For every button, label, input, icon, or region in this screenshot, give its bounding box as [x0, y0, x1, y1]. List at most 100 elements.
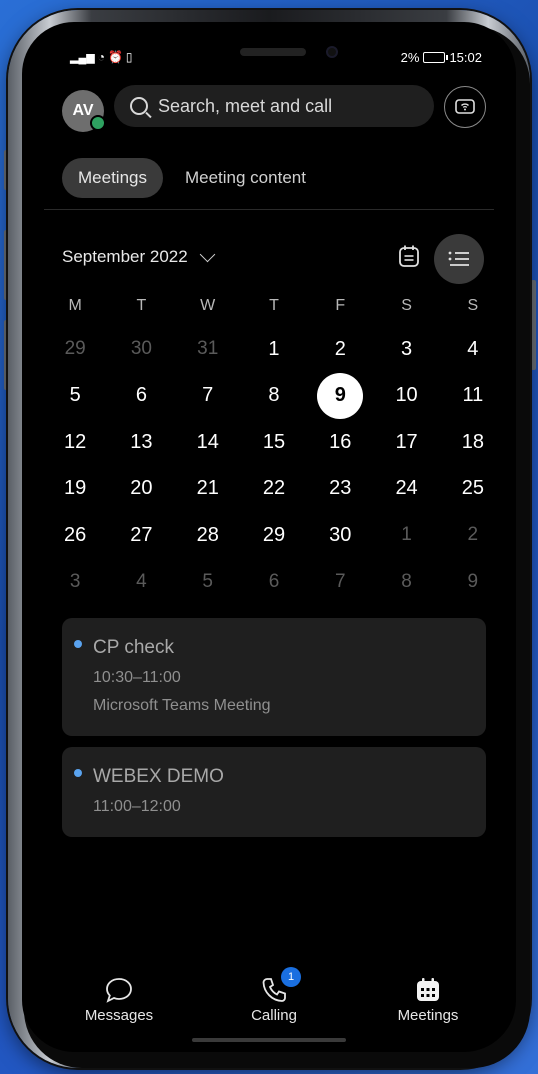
calendar-day[interactable]: 18 [440, 419, 506, 466]
calendar-day[interactable]: 4 [440, 326, 506, 373]
calendar-day[interactable]: 25 [440, 466, 506, 513]
calendar-day[interactable]: 12 [42, 419, 108, 466]
month-selector[interactable]: September 2022 [62, 246, 215, 267]
calendar-day[interactable]: 6 [108, 373, 174, 420]
tab-meetings[interactable]: Meetings [62, 158, 163, 198]
day-number: 31 [197, 338, 219, 360]
meeting-card[interactable]: CP check 10:30–11:00 Microsoft Teams Mee… [62, 618, 486, 736]
alarm-icon: ⏰ [107, 50, 123, 64]
calendar-day[interactable]: 27 [108, 512, 174, 559]
meeting-title: WEBEX DEMO [93, 766, 224, 787]
calendar-day[interactable]: 6 [241, 559, 307, 606]
calendar-day[interactable]: 30 [307, 512, 373, 559]
month-label: September 2022 [62, 247, 188, 266]
share-screen-icon [455, 99, 475, 114]
day-number: 28 [196, 523, 219, 546]
calendar-day[interactable]: 11 [440, 373, 506, 420]
calendar-day[interactable]: 5 [175, 559, 241, 606]
calendar-day[interactable]: 2 [440, 512, 506, 559]
day-number: 2 [334, 337, 346, 360]
list-view-button[interactable] [434, 234, 484, 284]
day-number: 10 [395, 384, 418, 407]
calendar-day[interactable]: 5 [42, 373, 108, 420]
nav-messages[interactable]: Messages [64, 977, 174, 1024]
calendar-day[interactable]: 3 [373, 326, 439, 373]
calendar-day[interactable]: 8 [241, 373, 307, 420]
calendar-day[interactable]: 30 [108, 326, 174, 373]
status-time: 15:02 [449, 50, 482, 65]
calendar-day[interactable]: 3 [42, 559, 108, 606]
home-indicator [192, 1038, 346, 1042]
calendar-day[interactable]: 19 [42, 466, 108, 513]
day-number: 3 [401, 337, 413, 360]
day-number: 29 [262, 523, 286, 546]
calendar-day[interactable]: 24 [373, 466, 439, 513]
meeting-time: 10:30–11:00 [93, 669, 181, 686]
day-number: 6 [268, 570, 280, 592]
day-number: 3 [69, 570, 81, 592]
calendar-day[interactable]: 28 [175, 512, 241, 559]
calendar-day[interactable]: 21 [175, 466, 241, 513]
calendar-day[interactable]: 10 [373, 373, 439, 420]
status-bar: ▂▄▆ ◔ ⏰ ▯ 2% 15:02 [22, 22, 516, 72]
calendar-day[interactable]: 13 [108, 419, 174, 466]
share-screen-button[interactable] [444, 86, 486, 128]
calendar-day[interactable]: 4 [108, 559, 174, 606]
calendar-day[interactable]: 1 [373, 512, 439, 559]
avatar-initials: AV [72, 102, 94, 119]
calendar-day[interactable]: 9 [440, 559, 506, 606]
day-number: 8 [268, 384, 280, 407]
day-number: 27 [130, 523, 153, 546]
day-number: 15 [262, 430, 286, 453]
battery-percent: 2% [400, 50, 420, 65]
nav-label-messages: Messages [84, 1007, 154, 1024]
nav-calling[interactable]: 1 Calling [219, 967, 329, 1024]
calendar-day[interactable]: 29 [42, 326, 108, 373]
calendar-day[interactable]: 2 [307, 326, 373, 373]
day-number: 13 [130, 430, 153, 453]
calendar-day-today[interactable]: 9 [307, 372, 373, 420]
calendar-day[interactable]: 20 [108, 466, 174, 513]
meeting-status-dot [74, 640, 82, 648]
calendar-day[interactable]: 8 [373, 559, 439, 606]
day-number: 20 [130, 477, 153, 500]
calendar-day[interactable]: 17 [373, 419, 439, 466]
meeting-card[interactable]: WEBEX DEMO 11:00–12:00 [62, 747, 486, 837]
tab-meeting-content[interactable]: Meeting content [169, 158, 322, 198]
search-bar[interactable]: Search, meet and call [114, 85, 434, 127]
day-number: 25 [461, 477, 484, 500]
calendar-day[interactable]: 7 [307, 559, 373, 606]
meeting-time: 11:00–12:00 [93, 798, 181, 815]
divider [44, 209, 494, 210]
day-number: 7 [202, 384, 214, 407]
day-number: 18 [461, 430, 484, 453]
presence-status-dot [90, 115, 106, 131]
calendar-day[interactable]: 15 [241, 419, 307, 466]
search-icon [130, 97, 148, 115]
list-view-icon [448, 251, 469, 266]
month-header: September 2022 [62, 234, 486, 284]
calendar-day[interactable]: 1 [241, 326, 307, 373]
calendar-day[interactable]: 7 [175, 373, 241, 420]
calendar-day[interactable]: 31 [175, 326, 241, 373]
calendar-day[interactable]: 16 [307, 419, 373, 466]
battery-icon [423, 52, 449, 63]
nav-label-calling: Calling [251, 1007, 297, 1024]
calendar-day[interactable]: 14 [175, 419, 241, 466]
calendar-day[interactable]: 26 [42, 512, 108, 559]
phone-side-button [531, 280, 536, 370]
day-number: 2 [467, 524, 479, 546]
day-number: 8 [401, 570, 412, 592]
calendar-view-icon[interactable] [398, 244, 420, 268]
calendar-day[interactable]: 22 [241, 466, 307, 513]
calendar-day[interactable]: 23 [307, 466, 373, 513]
day-number: 23 [329, 477, 352, 500]
day-number: 9 [467, 570, 479, 592]
nav-meetings[interactable]: Meetings [373, 977, 483, 1024]
meeting-title: CP check [93, 637, 174, 658]
front-camera [326, 46, 338, 58]
calendar-day[interactable]: 29 [241, 512, 307, 559]
search-placeholder: Search, meet and call [158, 95, 333, 116]
day-number: 4 [467, 337, 479, 360]
day-number: 1 [401, 524, 412, 546]
